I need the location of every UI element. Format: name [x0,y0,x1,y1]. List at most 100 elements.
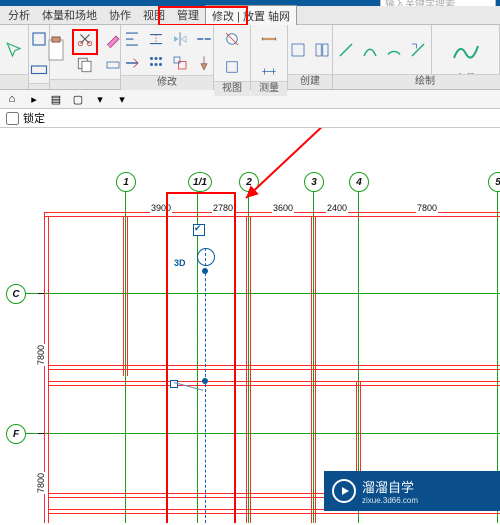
ribbon-group-clipboard [50,25,121,89]
grid-bubble-5[interactable]: 5 [488,172,500,192]
array-icon[interactable] [144,51,168,75]
ribbon-group-label: 视图 [214,81,250,96]
wall-line [250,216,251,523]
chevron-right-icon[interactable]: ▸ [26,91,42,107]
lock-checkbox[interactable] [6,112,19,125]
wall-line [48,385,500,386]
wall-line [123,216,124,376]
dimension-icon[interactable] [257,55,281,79]
options-bar: ⌂ ▸ ▤ ▢ ▾ ▾ [0,90,500,109]
create-icon1[interactable] [288,38,308,62]
create-icon2[interactable] [312,38,332,62]
drag-vector [174,382,203,391]
draw-panel-label: 绘制 [350,74,500,89]
ribbon-group-label: 创建 [288,74,332,89]
grid-line-2[interactable] [248,188,249,523]
offset-icon[interactable] [144,27,168,51]
pick-lines-icon[interactable] [408,38,428,62]
drawing-canvas[interactable]: 1 1/1 2 3 4 5 C F 3900 2780 3600 2400 78… [0,128,500,523]
hide-icon[interactable] [220,27,244,51]
grid-line-1-1[interactable] [197,188,198,523]
dim-text: 2780 [212,203,234,213]
menu-massing-site[interactable]: 体量和场地 [36,5,103,25]
ribbon-group-label: 测量 [251,81,287,96]
dim-text: 2400 [326,203,348,213]
wall-line [44,216,500,217]
3d-marker[interactable]: 3D [174,258,186,268]
wall-line [311,216,312,523]
grid-bubble-4[interactable]: 4 [349,172,369,192]
grid-bubble-toggle[interactable] [193,224,205,236]
dim-text: 3900 [150,203,172,213]
scale-icon[interactable] [168,51,192,75]
ribbon-group-label: 修改 [121,75,213,90]
grid-bubble-1[interactable]: 1 [116,172,136,192]
menu-bar: 分析 体量和场地 协作 视图 管理 修改 | 放置 轴网 [0,6,500,25]
annotation-selection-box [166,192,236,523]
grid-bubble-c[interactable]: C [6,284,26,304]
watermark-url: zixue.3d66.com [362,496,418,505]
ribbon-group-view: 视图 [214,25,251,89]
ribbon-group-measure: 测量 [251,25,288,89]
grid-bubble-2[interactable]: 2 [239,172,259,192]
new-grid-bubble[interactable] [197,248,215,266]
grid-line-f[interactable] [20,433,500,434]
wall-line [246,216,247,523]
dim-text: 3600 [272,203,294,213]
drag-handle[interactable] [202,268,208,274]
mirror-icon[interactable] [168,27,192,51]
more-icon[interactable]: ▾ [114,91,130,107]
filter-icon[interactable]: ▤ [48,91,64,107]
ribbon: 修改 视图 测量 创建 [0,25,500,90]
lock-bar: 锁定 [0,109,500,128]
ribbon-group-label [0,74,28,89]
lock-label: 锁定 [23,110,45,126]
wall-line [48,369,500,370]
menu-modify-place-grid[interactable]: 修改 | 放置 轴网 [205,5,297,27]
dim-text: 7800 [36,344,46,366]
align-icon[interactable] [120,27,144,51]
grid-bubble-f[interactable]: F [6,424,26,444]
new-grid-preview[interactable] [205,248,206,523]
dropdown-icon[interactable]: ▾ [92,91,108,107]
watermark-brand: 溜溜自学 [362,480,414,495]
arc-icon[interactable] [360,38,380,62]
home-icon[interactable]: ⌂ [4,91,20,107]
modify-tool[interactable] [4,28,24,72]
wall-line [48,513,500,514]
wall-line [48,365,500,366]
ribbon-group-label [29,83,49,89]
paste-button[interactable] [45,30,69,74]
ribbon-group-select [0,25,29,89]
ribbon-group-create: 创建 [288,25,333,89]
menu-analysis[interactable]: 分析 [2,5,36,25]
split-icon[interactable] [192,27,216,51]
pin-icon[interactable] [192,51,216,75]
dim-text: 7800 [36,472,46,494]
wall-line [48,381,500,382]
line-icon[interactable] [336,38,356,62]
grid-bubble-1-1[interactable]: 1/1 [188,172,212,192]
grid-line-c[interactable] [20,293,500,294]
menu-manage[interactable]: 管理 [171,5,205,25]
wall-line [315,216,316,523]
trim-icon[interactable] [120,51,144,75]
watermark: 溜溜自学 zixue.3d66.com [324,471,500,511]
menu-view[interactable]: 视图 [137,5,171,25]
cut-icon[interactable] [73,27,97,51]
arc2-icon[interactable] [384,38,404,62]
grid-bubble-3[interactable]: 3 [304,172,324,192]
grid-line-1[interactable] [125,188,126,523]
menu-collaborate[interactable]: 协作 [103,5,137,25]
ribbon-group-label [50,79,120,89]
dim-text: 7800 [416,203,438,213]
play-icon [332,479,356,503]
select-icon[interactable]: ▢ [70,91,86,107]
drag-handle[interactable] [202,378,208,384]
measure-icon[interactable] [257,27,281,51]
grid-line-3[interactable] [313,188,314,523]
override-icon[interactable] [220,55,244,79]
multiseg-button[interactable] [451,28,481,72]
copy-icon[interactable] [73,53,97,77]
wall-line [127,216,128,376]
